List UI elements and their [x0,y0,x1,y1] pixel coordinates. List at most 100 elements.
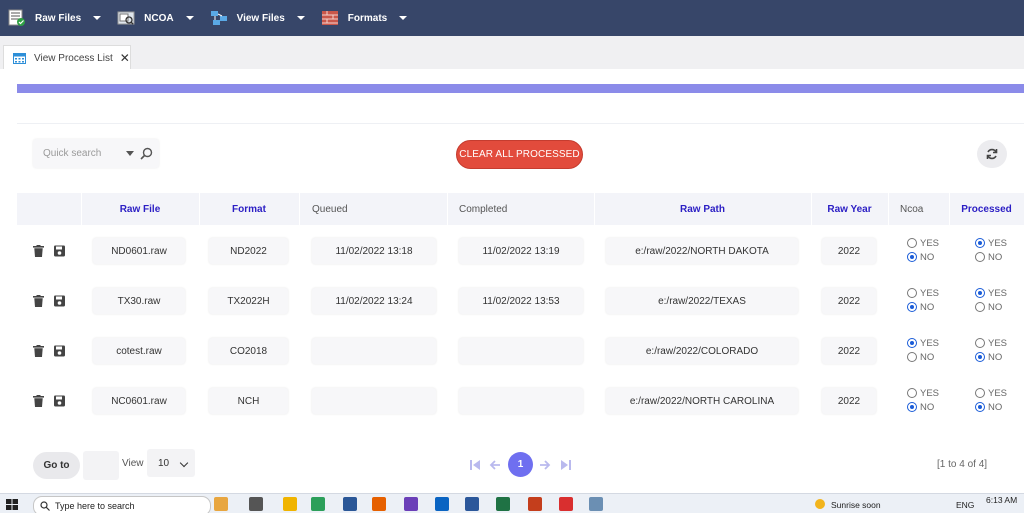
ncoa-no-radio[interactable]: NO [907,300,957,314]
processed-yes-radio[interactable]: YES [975,386,1024,400]
raw-files-icon [8,9,25,26]
radio-label: YES [988,237,1008,249]
go-to-button[interactable]: Go to [33,452,80,479]
column-header-raw-path[interactable]: Raw Path [594,193,811,225]
windows-taskbar: Type here to search Sunrise soon ENG 6:1… [0,493,1024,513]
process-list-panel: CLEAR ALL PROCESSED Raw File Format Queu… [0,69,1024,493]
outlook-icon[interactable] [435,497,449,511]
raw-file-cell: cotest.raw [93,338,185,364]
clock-time[interactable]: 6:13 AM [986,495,1017,505]
radio-dot [975,352,985,362]
trash-icon[interactable] [33,345,44,357]
remote-desktop-icon[interactable] [343,497,357,511]
processed-yes-radio[interactable]: YES [975,336,1024,350]
previous-page-icon[interactable] [489,459,501,471]
column-header-format[interactable]: Format [199,193,299,225]
ncoa-yes-radio[interactable]: YES [907,286,957,300]
ncoa-radio-group: YES NO [907,386,957,416]
acrobat-icon[interactable] [559,497,573,511]
raw-file-cell: TX30.raw [93,288,185,314]
go-to-page-input[interactable] [83,451,119,480]
firefox-icon[interactable] [372,497,386,511]
close-icon[interactable]: ✕ [120,51,130,65]
column-header-raw-file[interactable]: Raw File [81,193,199,225]
ncoa-yes-radio[interactable]: YES [907,236,957,250]
completed-cell: 11/02/2022 13:19 [459,238,583,264]
word-icon[interactable] [465,497,479,511]
ncoa-yes-radio[interactable]: YES [907,386,957,400]
xbox-icon[interactable] [311,497,325,511]
save-icon[interactable] [54,345,65,357]
excel-icon[interactable] [496,497,510,511]
first-page-icon[interactable] [469,459,481,471]
column-header-raw-year[interactable]: Raw Year [811,193,888,225]
menu-ncoa[interactable]: NCOA [109,0,201,36]
ncoa-yes-radio[interactable]: YES [907,336,957,350]
column-header-queued[interactable]: Queued [312,193,442,225]
task-view-icon[interactable] [249,497,263,511]
refresh-button[interactable] [977,140,1007,168]
raw-year-cell: 2022 [822,338,876,364]
next-page-icon[interactable] [539,459,551,471]
processed-yes-radio[interactable]: YES [975,236,1024,250]
app-icon[interactable] [404,497,418,511]
accent-bar [17,84,1024,93]
language-indicator[interactable]: ENG [956,500,974,510]
processed-no-radio[interactable]: NO [975,350,1024,364]
radio-label: NO [988,351,1003,363]
windows-start-icon[interactable] [6,499,18,510]
processed-yes-radio[interactable]: YES [975,286,1024,300]
radio-label: YES [988,287,1008,299]
menu-view-files[interactable]: View Files [202,0,313,36]
column-header-processed[interactable]: Processed [949,193,1024,225]
raw-year-cell: 2022 [822,238,876,264]
save-icon[interactable] [54,245,65,257]
ncoa-radio-group: YES NO [907,336,957,366]
cat-widget-icon[interactable] [214,497,228,511]
caret-down-icon[interactable] [126,151,134,156]
chevron-down-icon [179,458,189,468]
menu-raw-files-label: Raw Files [35,12,82,24]
radio-dot [975,252,985,262]
weather-icon[interactable] [815,499,825,509]
save-icon[interactable] [54,395,65,407]
search-icon[interactable] [140,147,153,160]
page-size-select[interactable]: 10 [147,449,195,477]
radio-dot [907,288,917,298]
radio-label: NO [920,301,935,313]
view-label: View [122,458,144,469]
raw-path-cell: e:/raw/2022/TEXAS [606,288,798,314]
clear-all-processed-button[interactable]: CLEAR ALL PROCESSED [456,140,583,169]
trash-icon[interactable] [33,395,44,407]
page-number-button[interactable]: 1 [508,452,533,477]
format-cell: ND2022 [209,238,288,264]
trash-icon[interactable] [33,295,44,307]
processed-no-radio[interactable]: NO [975,250,1024,264]
chevron-down-icon [185,16,194,20]
column-separator [447,193,448,225]
save-icon[interactable] [54,295,65,307]
ncoa-no-radio[interactable]: NO [907,350,957,364]
column-separator [299,193,300,225]
menu-formats[interactable]: Formats [313,0,415,36]
file-explorer-icon[interactable] [283,497,297,511]
powerpoint-icon[interactable] [528,497,542,511]
app-icon[interactable] [589,497,603,511]
tab-view-process-list[interactable]: View Process List ✕ [3,45,131,70]
taskbar-search[interactable]: Type here to search [33,496,211,513]
table-row: cotest.raw CO2018 e:/raw/2022/COLORADO 2… [17,326,1024,376]
table-row: TX30.raw TX2022H 11/02/2022 13:24 11/02/… [17,276,1024,326]
ncoa-no-radio[interactable]: NO [907,400,957,414]
last-page-icon[interactable] [560,459,572,471]
format-cell: NCH [209,388,288,414]
menu-raw-files[interactable]: Raw Files [0,0,109,36]
processed-no-radio[interactable]: NO [975,300,1024,314]
processed-no-radio[interactable]: NO [975,400,1024,414]
quick-search-input[interactable] [43,148,125,159]
radio-dot [907,302,917,312]
radio-dot [975,402,985,412]
ncoa-no-radio[interactable]: NO [907,250,957,264]
trash-icon[interactable] [33,245,44,257]
chevron-down-icon [93,16,102,20]
column-header-completed[interactable]: Completed [459,193,589,225]
